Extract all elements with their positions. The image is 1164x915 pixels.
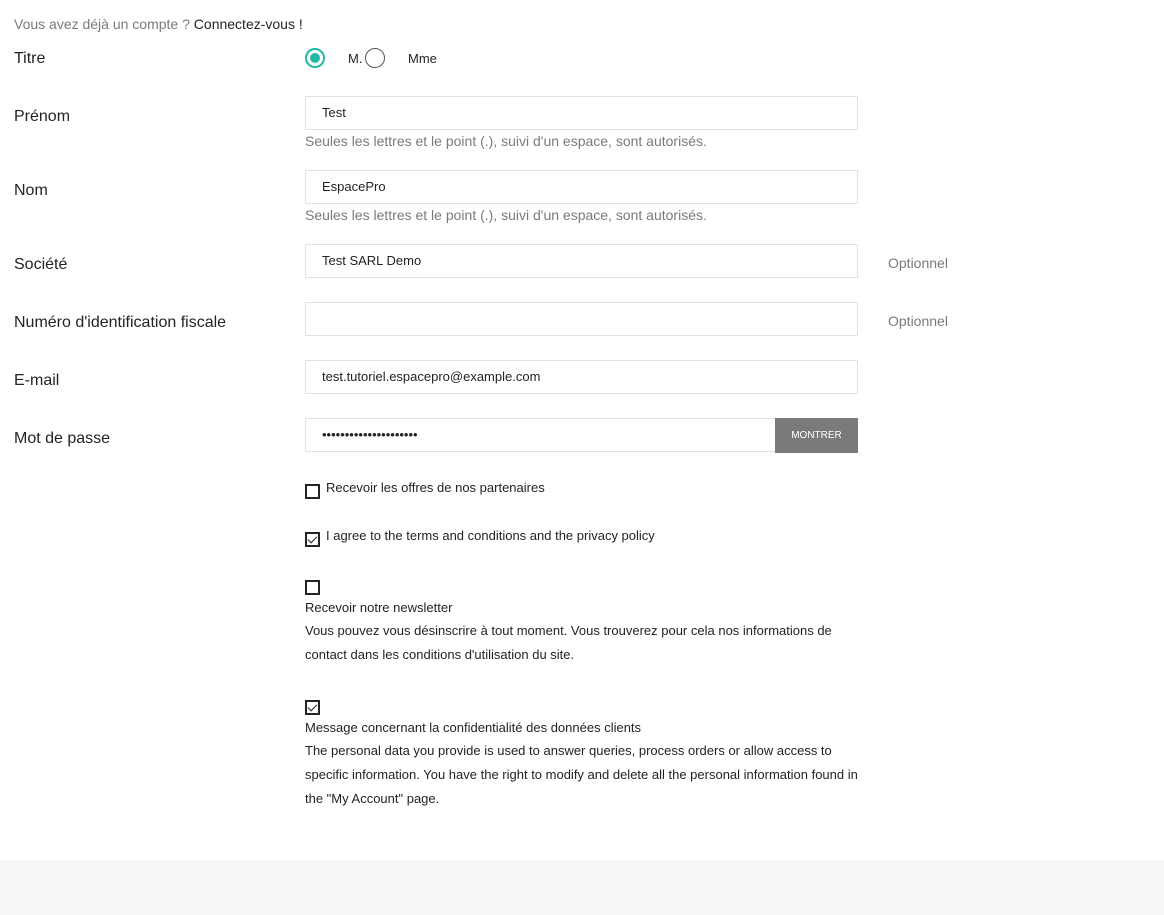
password-input[interactable]: ••••••••••••••••••••• (305, 418, 775, 452)
company-label: Société (14, 256, 68, 273)
lastname-hint: Seules les lettres et le point (.), suiv… (305, 207, 707, 223)
newsletter-label: Recevoir notre newsletter (305, 600, 453, 615)
title-label: Titre (14, 50, 46, 67)
terms-label: I agree to the terms and conditions and … (326, 528, 655, 543)
company-optional: Optionnel (888, 255, 948, 271)
title-radio-mme-label: Mme (408, 51, 437, 66)
newsletter-checkbox[interactable] (305, 580, 320, 595)
optin-label: Recevoir les offres de nos partenaires (326, 480, 545, 495)
title-radio-m[interactable] (305, 48, 325, 68)
footer-band (0, 860, 1164, 915)
login-prompt-text: Vous avez déjà un compte ? (14, 16, 190, 32)
login-prompt: Vous avez déjà un compte ? Connectez-vou… (14, 16, 303, 32)
privacy-label: Message concernant la confidentialité de… (305, 720, 642, 735)
vat-input[interactable] (305, 302, 858, 336)
lastname-label: Nom (14, 182, 48, 199)
company-input[interactable]: Test SARL Demo (305, 244, 858, 278)
title-radio-mme[interactable] (365, 48, 385, 68)
lastname-input[interactable]: EspacePro (305, 170, 858, 204)
firstname-hint: Seules les lettres et le point (.), suiv… (305, 133, 707, 149)
password-label: Mot de passe (14, 430, 111, 447)
title-radio-m-label: M. (348, 51, 363, 66)
terms-checkbox[interactable] (305, 532, 320, 547)
email-label: E-mail (14, 372, 60, 389)
privacy-description: The personal data you provide is used to… (305, 743, 858, 806)
privacy-checkbox[interactable] (305, 700, 320, 715)
vat-label: Numéro d'identification fiscale (14, 314, 227, 331)
optin-checkbox[interactable] (305, 484, 320, 499)
login-link[interactable]: Connectez-vous ! (194, 16, 303, 32)
firstname-label: Prénom (14, 108, 71, 125)
show-password-button[interactable]: MONTRER (775, 418, 858, 453)
firstname-input[interactable]: Test (305, 96, 858, 130)
vat-optional: Optionnel (888, 313, 948, 329)
newsletter-description: Vous pouvez vous désinscrire à tout mome… (305, 623, 832, 662)
email-input[interactable]: test.tutoriel.espacepro@example.com (305, 360, 858, 394)
